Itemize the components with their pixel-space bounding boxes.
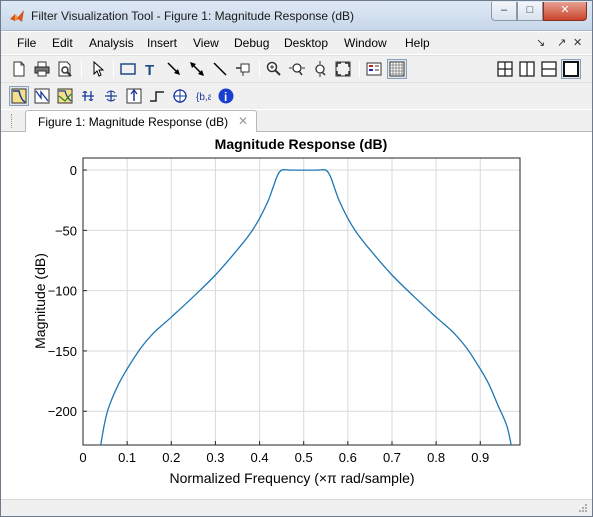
layout-2x2-icon[interactable] (495, 59, 515, 79)
plot-area: Magnitude Response (dB) 0 0.1 0.2 0.3 0.4 0.5… (1, 133, 592, 499)
x-tick-label: 0.2 (162, 450, 180, 465)
x-tick-label: 0.1 (118, 450, 136, 465)
print-preview-icon[interactable] (55, 59, 75, 79)
zoom-in-icon[interactable] (264, 59, 284, 79)
close-button[interactable]: ✕ (543, 2, 587, 21)
info-icon[interactable]: i (216, 86, 236, 106)
y-tick-label: −100 (48, 284, 77, 299)
group-delay-icon[interactable] (78, 86, 98, 106)
tab-close-icon[interactable]: ✕ (238, 114, 248, 128)
series-line (100, 169, 512, 446)
undock-icon[interactable]: ↘ (536, 36, 545, 49)
svg-text:T: T (145, 62, 154, 77)
window-title: Filter Visualization Tool - Figure 1: Ma… (31, 9, 355, 23)
x-tick-label: 0.4 (251, 450, 269, 465)
layout-columns-icon[interactable] (517, 59, 537, 79)
svg-text:{b,a}: {b,a} (196, 92, 211, 103)
x-tick-label: 0.8 (427, 450, 445, 465)
pointer-icon[interactable] (88, 59, 108, 79)
y-tick-label: 0 (70, 163, 77, 178)
resize-grip-icon[interactable] (578, 503, 588, 513)
new-document-icon[interactable] (9, 59, 29, 79)
menu-help[interactable]: Help (405, 36, 430, 50)
menu-analysis[interactable]: Analysis (89, 36, 134, 50)
tab-figure-1[interactable]: Figure 1: Magnitude Response (dB) ✕ (25, 110, 257, 132)
dock-icon[interactable]: ↗ (557, 36, 566, 49)
magnitude-response-icon[interactable] (9, 86, 29, 106)
pin-icon[interactable] (233, 59, 253, 79)
arrow-icon[interactable] (164, 59, 184, 79)
menu-edit[interactable]: Edit (52, 36, 73, 50)
print-icon[interactable] (32, 59, 52, 79)
pole-zero-icon[interactable] (170, 86, 190, 106)
magnitude-phase-icon[interactable] (55, 86, 75, 106)
y-tick-label: −150 (48, 344, 77, 359)
zoom-y-icon[interactable] (310, 59, 330, 79)
x-tick-label: 0 (79, 450, 86, 465)
matlab-logo-icon (10, 10, 24, 22)
menu-bar: File Edit Analysis Insert View Debug Des… (1, 32, 592, 54)
analysis-toolbar: {b,a} i (1, 82, 592, 109)
menu-window[interactable]: Window (344, 36, 387, 50)
chart-title: Magnitude Response (dB) (215, 136, 388, 152)
minimize-button[interactable]: – (491, 2, 517, 21)
figure-tab-strip: Figure 1: Magnitude Response (dB) ✕ (1, 110, 592, 132)
x-tick-label: 0.6 (339, 450, 357, 465)
status-bar (1, 499, 592, 516)
menu-file[interactable]: File (17, 36, 36, 50)
layout-single-icon[interactable] (561, 59, 581, 79)
phase-delay-icon[interactable] (101, 86, 121, 106)
x-tick-label: 0.7 (383, 450, 401, 465)
x-tick-label: 0.9 (471, 450, 489, 465)
app-window: Filter Visualization Tool - Figure 1: Ma… (0, 0, 593, 517)
x-axis-label: Normalized Frequency (×π rad/sample) (169, 470, 414, 486)
impulse-response-icon[interactable] (124, 86, 144, 106)
tab-label: Figure 1: Magnitude Response (dB) (38, 115, 229, 129)
menu-debug[interactable]: Debug (234, 36, 269, 50)
line-icon[interactable] (210, 59, 230, 79)
text-insert-icon[interactable]: T (141, 59, 161, 79)
menu-view[interactable]: View (193, 36, 219, 50)
maximize-button[interactable]: □ (517, 2, 543, 21)
title-bar[interactable]: Filter Visualization Tool - Figure 1: Ma… (1, 1, 592, 31)
rectangle-icon[interactable] (118, 59, 138, 79)
zoom-fit-icon[interactable] (333, 59, 353, 79)
svg-text:i: i (224, 90, 227, 104)
y-tick-label: −200 (48, 404, 77, 419)
grid-icon[interactable] (387, 59, 407, 79)
x-tick-label: 0.5 (295, 450, 313, 465)
y-tick-label: −50 (55, 223, 77, 238)
step-response-icon[interactable] (147, 86, 167, 106)
menu-desktop[interactable]: Desktop (284, 36, 328, 50)
double-arrow-icon[interactable] (187, 59, 207, 79)
tab-grip[interactable] (11, 114, 14, 128)
close-figure-icon[interactable]: ✕ (573, 36, 582, 49)
axes-box (82, 157, 521, 446)
figure-toolbar: T (1, 55, 592, 82)
x-tick-label: 0.3 (206, 450, 224, 465)
magnitude-response-chart[interactable]: Magnitude Response (dB) 0 0.1 0.2 0.3 0.4 0.5… (1, 133, 592, 499)
filter-coefficients-icon[interactable]: {b,a} (193, 86, 213, 106)
zoom-x-icon[interactable] (287, 59, 307, 79)
layout-rows-icon[interactable] (539, 59, 559, 79)
legend-icon[interactable] (364, 59, 384, 79)
phase-response-icon[interactable] (32, 86, 52, 106)
y-axis-label: Magnitude (dB) (32, 253, 48, 349)
menu-insert[interactable]: Insert (147, 36, 177, 50)
